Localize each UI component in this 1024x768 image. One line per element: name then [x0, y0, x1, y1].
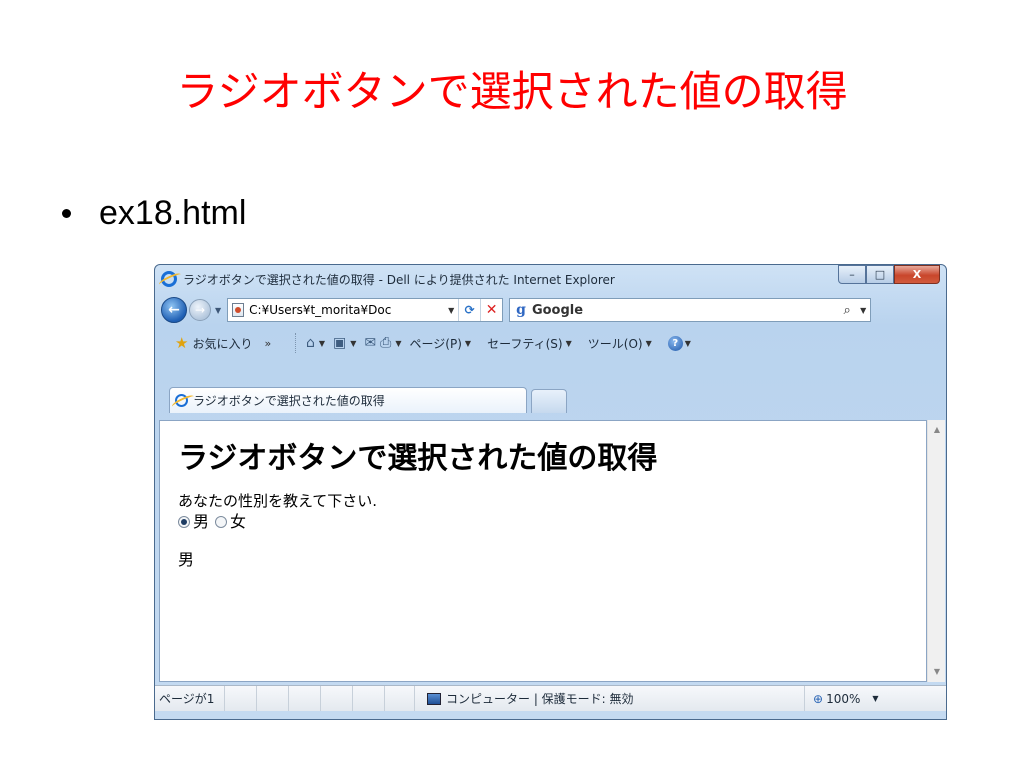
radio-male-label[interactable]: 男: [193, 511, 209, 533]
address-bar[interactable]: C:¥Users¥t_morita¥Doc ▼ ⟳ ✕: [227, 298, 504, 322]
recent-pages-dropdown-icon[interactable]: ▼: [215, 306, 221, 315]
security-zone-label: コンピューター | 保護モード: 無効: [446, 692, 634, 706]
chevron-down-icon: ▼: [565, 338, 572, 348]
tab-label: ラジオボタンで選択された値の取得: [193, 394, 385, 408]
print-icon[interactable]: ⎙: [380, 335, 391, 351]
page-content: ラジオボタンで選択された値の取得 あなたの性別を教えて下さい. 男 女 男: [159, 420, 927, 682]
search-dropdown-icon[interactable]: ▼: [856, 306, 870, 315]
ie-logo-icon: [175, 394, 188, 407]
status-bar: ページが1 コンピューター | 保護モード: 無効 ⊕ 100% ▼: [155, 685, 946, 711]
safety-menu[interactable]: セーフティ(S) ▼: [487, 335, 580, 352]
zoom-dropdown-icon[interactable]: ▼: [872, 694, 878, 703]
refresh-icon[interactable]: ⟳: [458, 299, 480, 321]
minimize-button[interactable]: –: [838, 265, 866, 284]
tab-strip: ラジオボタンで選択された値の取得: [155, 383, 946, 413]
home-icon[interactable]: ⌂: [306, 335, 315, 351]
zoom-control[interactable]: ⊕ 100% ▼: [805, 686, 901, 711]
status-pane: [257, 686, 289, 711]
caption-buttons: – □ X: [838, 265, 940, 284]
scroll-up-icon[interactable]: ▲: [928, 422, 946, 438]
bullet-dot: [62, 208, 71, 218]
scroll-down-icon[interactable]: ▼: [928, 664, 946, 680]
google-logo-icon: g: [516, 302, 526, 318]
back-button[interactable]: ←: [161, 297, 187, 323]
home-dropdown-icon[interactable]: ▼: [319, 339, 325, 348]
status-pane: [321, 686, 353, 711]
chevron-down-icon: ▼: [684, 338, 691, 348]
ie-logo-icon: [161, 271, 177, 287]
radio-male[interactable]: [178, 516, 190, 528]
print-dropdown-icon[interactable]: ▼: [395, 339, 401, 348]
tools-menu-label: ツール(O): [587, 336, 643, 351]
status-pane: [353, 686, 385, 711]
status-text: ページが1: [155, 686, 225, 711]
radio-female-label[interactable]: 女: [230, 511, 246, 533]
safety-menu-label: セーフティ(S): [487, 336, 563, 351]
slide-title: ラジオボタンで選択された値の取得: [176, 67, 848, 116]
star-icon: ★: [175, 334, 189, 352]
tab-current-page[interactable]: ラジオボタンで選択された値の取得: [169, 387, 527, 413]
search-input[interactable]: Google: [532, 303, 838, 318]
separator: [295, 333, 296, 353]
status-pane: [289, 686, 321, 711]
ie-window: ラジオボタンで選択された値の取得 - Dell により提供された Interne…: [154, 264, 947, 720]
command-bar: ★ お気に入り » ⌂ ▼ ▣ ▼ ✉ ⎙ ▼ ページ(P) ▼ セーフティ(S…: [155, 329, 946, 357]
gender-radio-group: 男 女: [178, 511, 926, 533]
zoom-level: 100%: [826, 691, 861, 706]
bullet-text: ex18.html: [99, 194, 247, 232]
computer-icon: [427, 692, 441, 705]
maximize-button[interactable]: □: [866, 265, 894, 284]
stop-icon[interactable]: ✕: [480, 299, 502, 321]
search-icon[interactable]: ⌕: [838, 303, 856, 318]
slide-bullet: ex18.html: [62, 188, 246, 238]
page-menu[interactable]: ページ(P) ▼: [410, 335, 480, 352]
page-menu-label: ページ(P): [409, 336, 462, 351]
new-tab-button[interactable]: [531, 389, 567, 413]
feeds-dropdown-icon[interactable]: ▼: [350, 339, 356, 348]
zoom-icon: ⊕: [813, 691, 824, 706]
help-icon: ?: [667, 335, 683, 351]
window-title: ラジオボタンで選択された値の取得 - Dell により提供された Interne…: [183, 272, 615, 287]
status-pane: [385, 686, 415, 711]
chevron-down-icon: ▼: [464, 338, 472, 348]
chevron-right-icon[interactable]: »: [264, 337, 271, 350]
help-menu[interactable]: ? ▼: [667, 335, 699, 351]
vertical-scrollbar[interactable]: ▲ ▼: [927, 420, 945, 682]
title-bar[interactable]: ラジオボタンで選択された値の取得 - Dell により提供された Interne…: [155, 265, 946, 293]
selected-value-output: 男: [178, 550, 195, 569]
radio-female[interactable]: [215, 516, 228, 528]
mail-icon[interactable]: ✉: [364, 335, 376, 351]
favorites-button[interactable]: ★ お気に入り »: [155, 334, 285, 352]
chevron-down-icon: ▼: [645, 338, 652, 348]
security-zone[interactable]: コンピューター | 保護モード: 無効: [415, 686, 805, 711]
page-icon: [232, 303, 245, 317]
page-heading: ラジオボタンで選択された値の取得: [178, 441, 658, 476]
feeds-icon[interactable]: ▣: [333, 335, 346, 351]
close-button[interactable]: X: [894, 265, 940, 284]
address-input[interactable]: C:¥Users¥t_morita¥Doc: [249, 303, 444, 317]
tools-menu[interactable]: ツール(O) ▼: [588, 335, 660, 352]
gender-question: あなたの性別を教えて下さい.: [178, 492, 378, 510]
search-bar[interactable]: g Google ⌕ ▼: [509, 298, 872, 322]
favorites-label: お気に入り: [192, 336, 253, 351]
address-dropdown-icon[interactable]: ▼: [444, 306, 458, 315]
forward-button[interactable]: →: [189, 299, 211, 321]
navigation-bar: ← → ▼ C:¥Users¥t_morita¥Doc ▼ ⟳ ✕ g Goog…: [155, 295, 946, 325]
status-pane: [225, 686, 257, 711]
